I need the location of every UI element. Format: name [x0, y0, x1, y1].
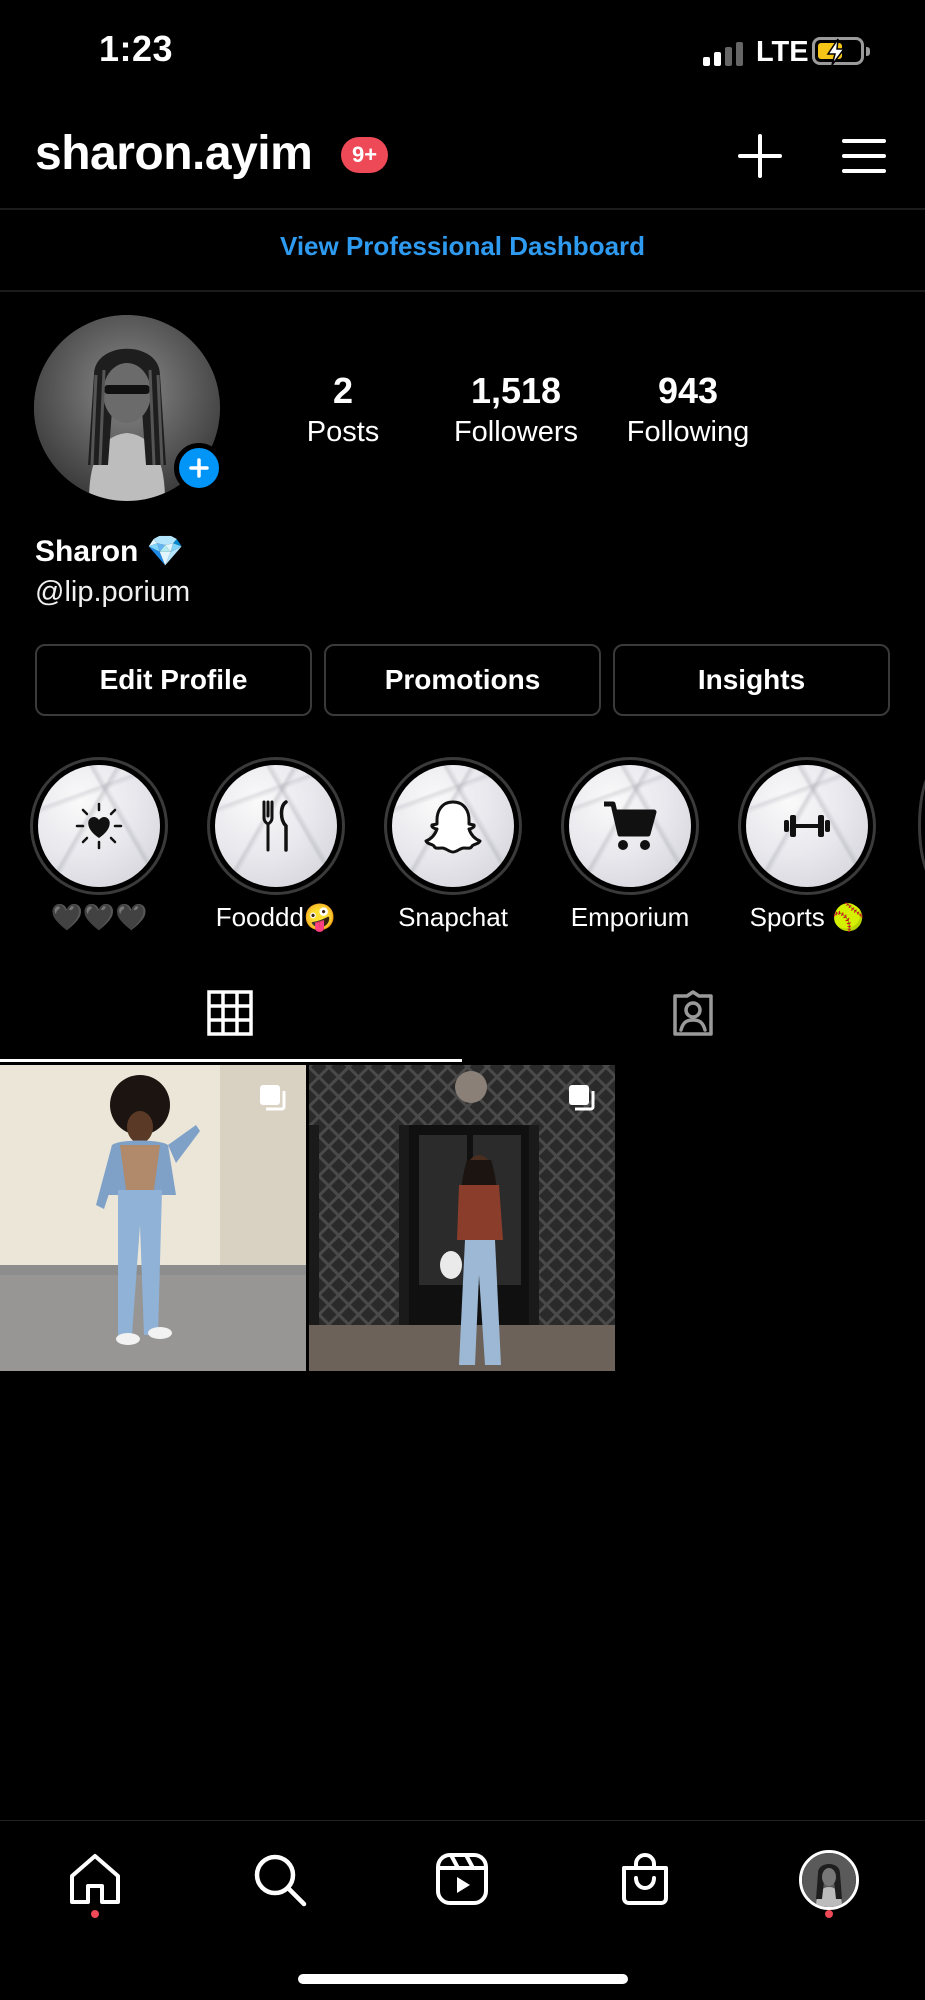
highlight-label: Snapchat — [398, 902, 508, 932]
status-time: 1:23 — [99, 28, 174, 69]
reels-icon[interactable] — [433, 1850, 491, 1908]
insights-button[interactable]: Insights — [613, 644, 890, 716]
dashboard-divider — [0, 290, 925, 292]
posts-count[interactable]: 2 Posts — [283, 370, 403, 449]
multiple-posts-icon — [260, 1085, 286, 1111]
home-notification-dot — [91, 1910, 99, 1918]
tagged-person-icon[interactable] — [669, 990, 717, 1043]
stat-value: 2 — [332, 370, 354, 411]
following-count[interactable]: 943 Following — [608, 370, 768, 449]
search-icon[interactable] — [250, 1850, 308, 1908]
add-story-button[interactable] — [174, 443, 224, 493]
post-thumbnail[interactable] — [309, 1065, 615, 1371]
shopping-cart-icon — [604, 801, 657, 850]
sun-heart-icon — [75, 802, 123, 850]
grid-icon[interactable] — [207, 990, 253, 1041]
stat-label: Following — [626, 416, 750, 448]
bottom-nav-divider — [0, 1820, 925, 1821]
network-label: LTE — [756, 36, 809, 68]
profile-notification-dot — [825, 1910, 833, 1918]
highlight-item-partial[interactable] — [918, 765, 925, 885]
shopping-bag-icon[interactable] — [616, 1850, 674, 1908]
home-icon[interactable] — [66, 1850, 124, 1908]
highlight-label: Emporium — [570, 902, 690, 932]
highlight-label: Fooddd🤪 — [215, 902, 337, 932]
highlight-label: Sports 🥎 — [749, 902, 865, 932]
header-divider — [0, 208, 925, 210]
edit-profile-button[interactable]: Edit Profile — [35, 644, 312, 716]
multiple-posts-icon — [569, 1085, 595, 1111]
ghost-icon — [424, 800, 482, 854]
profile-name: Sharon 💎 — [35, 535, 185, 568]
battery-icon — [812, 37, 870, 66]
highlight-item[interactable] — [561, 757, 699, 895]
signal-icon — [703, 40, 745, 66]
stat-label: Posts — [306, 416, 380, 448]
highlight-label: 🖤🖤🖤 — [50, 902, 148, 932]
notification-badge[interactable]: 9+ — [341, 137, 388, 173]
highlight-item[interactable] — [384, 757, 522, 895]
home-indicator[interactable] — [298, 1974, 628, 1984]
dumbbell-icon — [784, 815, 830, 837]
stat-value: 943 — [657, 370, 719, 411]
highlight-item[interactable] — [738, 757, 876, 895]
profile-username[interactable]: sharon.ayim — [35, 126, 313, 181]
professional-dashboard-link[interactable]: View Professional Dashboard — [0, 231, 925, 262]
followers-count[interactable]: 1,518 Followers — [436, 370, 596, 449]
promotions-button[interactable]: Promotions — [324, 644, 601, 716]
fork-knife-icon — [262, 800, 288, 852]
highlight-item[interactable] — [207, 757, 345, 895]
profile-handle[interactable]: @lip.porium — [35, 576, 190, 609]
hamburger-menu-icon[interactable] — [840, 132, 888, 180]
plus-icon[interactable] — [736, 132, 784, 180]
stat-label: Followers — [453, 416, 579, 448]
post-thumbnail[interactable] — [0, 1065, 306, 1371]
active-tab-indicator — [0, 1059, 462, 1062]
highlight-item[interactable] — [30, 757, 168, 895]
profile-avatar[interactable] — [799, 1850, 859, 1910]
stat-value: 1,518 — [470, 370, 562, 411]
